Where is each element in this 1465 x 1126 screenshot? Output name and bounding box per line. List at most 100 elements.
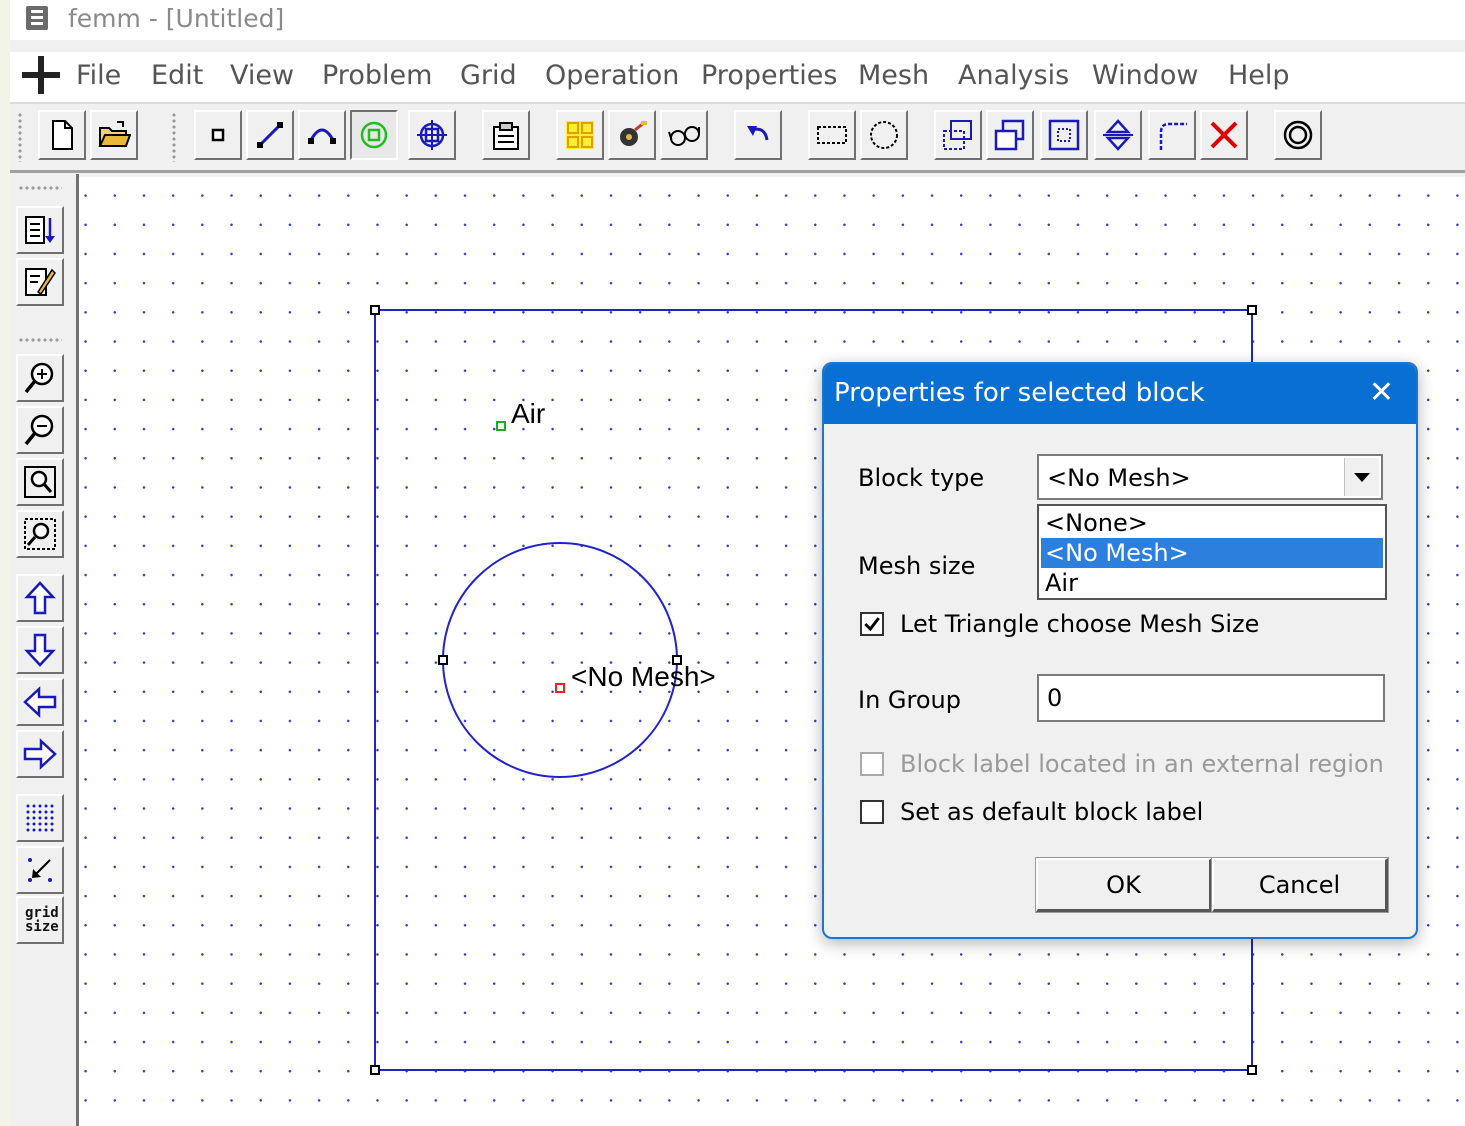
menu-properties[interactable]: Properties <box>701 60 837 91</box>
in-group-input[interactable]: 0 <box>1037 674 1385 722</box>
block-label-icon <box>360 121 388 149</box>
menu-operation[interactable]: Operation <box>545 60 679 91</box>
segment-mode-button[interactable] <box>246 110 294 160</box>
menu-edit[interactable]: Edit <box>151 60 203 91</box>
block-label-no-mesh[interactable]: <No Mesh> <box>571 661 716 693</box>
pan-right-button[interactable] <box>16 730 64 778</box>
undo-button[interactable] <box>734 110 782 160</box>
pan-left-button[interactable] <box>16 678 64 726</box>
zoom-fit-icon <box>24 466 56 498</box>
open-boundary-button[interactable] <box>1274 110 1322 160</box>
fillet-button[interactable] <box>1148 110 1196 160</box>
create-mesh-button[interactable] <box>556 110 604 160</box>
scale-button[interactable] <box>1040 110 1088 160</box>
arrow-down-icon <box>24 633 56 667</box>
menu-problem[interactable]: Problem <box>322 60 432 91</box>
dialog-title-bar[interactable]: Properties for selected block ✕ <box>824 364 1416 424</box>
group-icon <box>417 120 447 150</box>
external-region-label: Block label located in an external regio… <box>900 750 1384 778</box>
block-label-marker[interactable] <box>496 421 506 431</box>
move-icon <box>943 120 972 150</box>
pan-down-button[interactable] <box>16 626 64 674</box>
arc-segment-icon <box>308 128 336 144</box>
node[interactable] <box>370 305 380 315</box>
circle-select-button[interactable] <box>860 110 908 160</box>
toolbar-grip[interactable] <box>172 112 176 162</box>
menu-bar: File Edit View Problem Grid Operation Pr… <box>10 52 1465 104</box>
block-type-label: Block type <box>858 464 985 492</box>
zoom-natural-button[interactable] <box>16 458 64 506</box>
default-label-label: Set as default block label <box>900 798 1204 826</box>
node[interactable] <box>370 1065 380 1075</box>
dropdown-option[interactable]: <None> <box>1041 508 1383 538</box>
new-file-button[interactable] <box>38 110 86 160</box>
toolbar-grip[interactable] <box>18 112 22 162</box>
copy-button[interactable] <box>986 110 1034 160</box>
dropdown-option[interactable]: Air <box>1041 568 1383 598</box>
menu-view[interactable]: View <box>230 60 294 91</box>
move-button[interactable] <box>934 110 982 160</box>
node[interactable] <box>1247 1065 1257 1075</box>
list-down-arrow-icon <box>25 216 55 244</box>
dropdown-option-selected[interactable]: <No Mesh> <box>1041 538 1383 568</box>
menu-help[interactable]: Help <box>1228 60 1290 91</box>
block-type-value: <No Mesh> <box>1047 464 1191 492</box>
left-toolbar: grid size <box>10 174 79 1126</box>
ok-button[interactable]: OK <box>1035 857 1213 913</box>
block-label-air[interactable]: Air <box>511 398 545 430</box>
checkmark-icon <box>864 617 880 632</box>
run-analysis-button[interactable] <box>608 110 656 160</box>
zoom-out-icon <box>24 414 54 446</box>
title-bar: femm - [Untitled] <box>10 0 1465 40</box>
toolbar-grip[interactable] <box>18 186 62 190</box>
zoom-window-button[interactable] <box>16 510 64 558</box>
edit-properties-button[interactable] <box>16 258 64 306</box>
menu-analysis[interactable]: Analysis <box>958 60 1069 91</box>
mdi-child-icon[interactable] <box>22 56 60 94</box>
view-results-button[interactable] <box>660 110 708 160</box>
arc-mode-button[interactable] <box>298 110 346 160</box>
copy-icon <box>994 119 1025 151</box>
close-icon[interactable]: ✕ <box>1369 378 1394 408</box>
arrow-up-icon <box>24 581 56 615</box>
menu-grid[interactable]: Grid <box>460 60 517 91</box>
node-mode-button[interactable] <box>194 110 242 160</box>
menu-window[interactable]: Window <box>1092 60 1198 91</box>
snap-grid-button[interactable] <box>16 846 64 894</box>
dropdown-button[interactable] <box>1344 458 1379 496</box>
show-names-button[interactable] <box>16 206 64 254</box>
rectangle-select-icon <box>817 126 847 144</box>
menu-file[interactable]: File <box>76 60 121 91</box>
problem-definition-button[interactable] <box>482 110 530 160</box>
node[interactable] <box>438 655 448 665</box>
delete-button[interactable] <box>1200 110 1248 160</box>
undo-icon <box>747 126 769 141</box>
open-file-button[interactable] <box>90 110 138 160</box>
window-select-button[interactable] <box>808 110 856 160</box>
open-folder-icon <box>98 121 131 147</box>
zoom-out-button[interactable] <box>16 406 64 454</box>
toolbar-grip[interactable] <box>18 338 62 342</box>
external-region-checkbox[interactable] <box>860 752 884 776</box>
group-mode-button[interactable] <box>408 110 456 160</box>
node[interactable] <box>1247 305 1257 315</box>
show-grid-button[interactable] <box>16 794 64 842</box>
segment-icon <box>257 122 283 148</box>
mirror-button[interactable] <box>1094 110 1142 160</box>
concentric-circles-icon <box>1283 120 1313 150</box>
block-type-select[interactable]: <No Mesh> <box>1037 454 1383 500</box>
let-triangle-checkbox[interactable] <box>860 612 884 636</box>
block-type-dropdown-list: <None> <No Mesh> Air <box>1037 504 1387 600</box>
default-label-checkbox[interactable] <box>860 800 884 824</box>
snap-arrow-icon <box>28 858 52 882</box>
block-label-mode-button[interactable] <box>350 110 398 160</box>
fillet-icon <box>1159 122 1187 150</box>
grid-size-button[interactable]: grid size <box>16 896 64 944</box>
arrow-right-icon <box>23 738 57 770</box>
clipboard-icon <box>493 122 519 150</box>
block-label-marker-selected[interactable] <box>555 683 565 693</box>
pan-up-button[interactable] <box>16 574 64 622</box>
menu-mesh[interactable]: Mesh <box>858 60 929 91</box>
zoom-in-button[interactable] <box>16 354 64 402</box>
cancel-button[interactable]: Cancel <box>1211 857 1389 913</box>
